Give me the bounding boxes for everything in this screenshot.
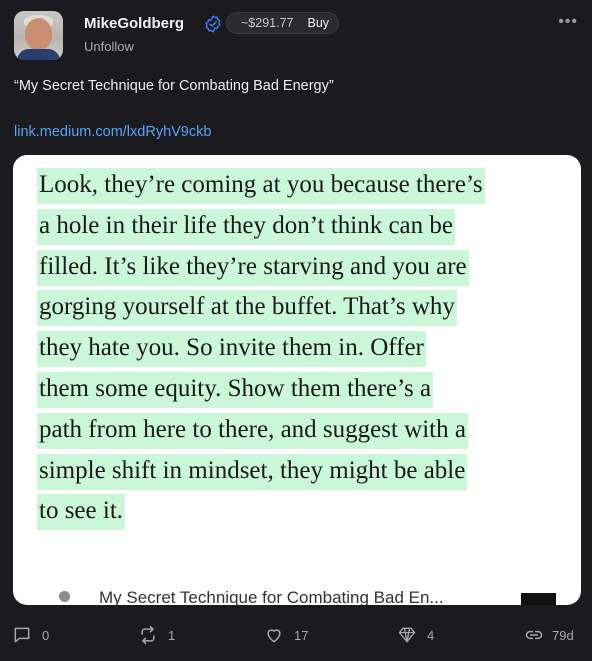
site-favicon-icon: [59, 591, 70, 602]
quote-line: gorging yourself at the buffet. That’s w…: [37, 290, 457, 327]
buy-pill[interactable]: ~$291.77 Buy: [226, 12, 339, 34]
repost-icon: [141, 625, 155, 645]
price-text: ~$291.77: [241, 16, 294, 30]
comment-icon: [14, 627, 30, 643]
reply-button[interactable]: 0: [12, 620, 49, 650]
post-link[interactable]: link.medium.com/lxdRyhV9ckb: [14, 124, 211, 140]
post-text: “My Secret Technique for Combating Bad E…: [14, 78, 334, 94]
action-bar: 0 1 17 4 79d: [0, 620, 592, 650]
quote-line: to see it.: [37, 494, 126, 531]
quote-line: them some equity. Show them there’s a: [37, 371, 434, 408]
link-preview-card[interactable]: Look, they’re coming at you because ther…: [13, 155, 581, 605]
quote-line: Look, they’re coming at you because ther…: [37, 168, 485, 204]
repost-count: 1: [168, 627, 176, 643]
diamond-icon: [398, 627, 416, 643]
verified-badge-icon: [205, 15, 221, 33]
reply-count: 0: [42, 627, 50, 643]
link-icon: [525, 630, 543, 640]
repost-button[interactable]: 1: [138, 620, 175, 650]
quote-image-text: Look, they’re coming at you because ther…: [37, 165, 567, 532]
card-footer: My Secret Technique for Combating Bad En…: [13, 583, 581, 605]
tip-button[interactable]: 4: [397, 620, 434, 650]
buy-button[interactable]: Buy: [307, 16, 329, 30]
unfollow-button[interactable]: Unfollow: [84, 39, 134, 54]
like-count: 17: [294, 627, 309, 643]
like-button[interactable]: 17: [264, 620, 308, 650]
card-title: My Secret Technique for Combating Bad En…: [99, 588, 444, 605]
heart-icon: [267, 629, 281, 643]
quote-line: path from here to there, and suggest wit…: [37, 412, 468, 449]
permalink-button[interactable]: 79d: [524, 620, 574, 650]
author-name[interactable]: MikeGoldberg: [84, 15, 184, 32]
quote-line: filled. It’s like they’re starving and y…: [37, 249, 469, 286]
post-header: MikeGoldberg ~$291.77 Buy Unfollow •••: [14, 11, 578, 61]
tip-count: 4: [427, 627, 435, 643]
medium-logo-icon: [521, 593, 556, 605]
quote-line: they hate you. So invite them in. Offer: [37, 331, 426, 368]
post-age: 79d: [552, 627, 574, 643]
quote-line: a hole in their life they don’t think ca…: [37, 208, 456, 245]
more-options-icon[interactable]: •••: [558, 13, 578, 31]
avatar[interactable]: [14, 11, 63, 60]
quote-line: simple shift in mindset, they might be a…: [37, 453, 468, 490]
